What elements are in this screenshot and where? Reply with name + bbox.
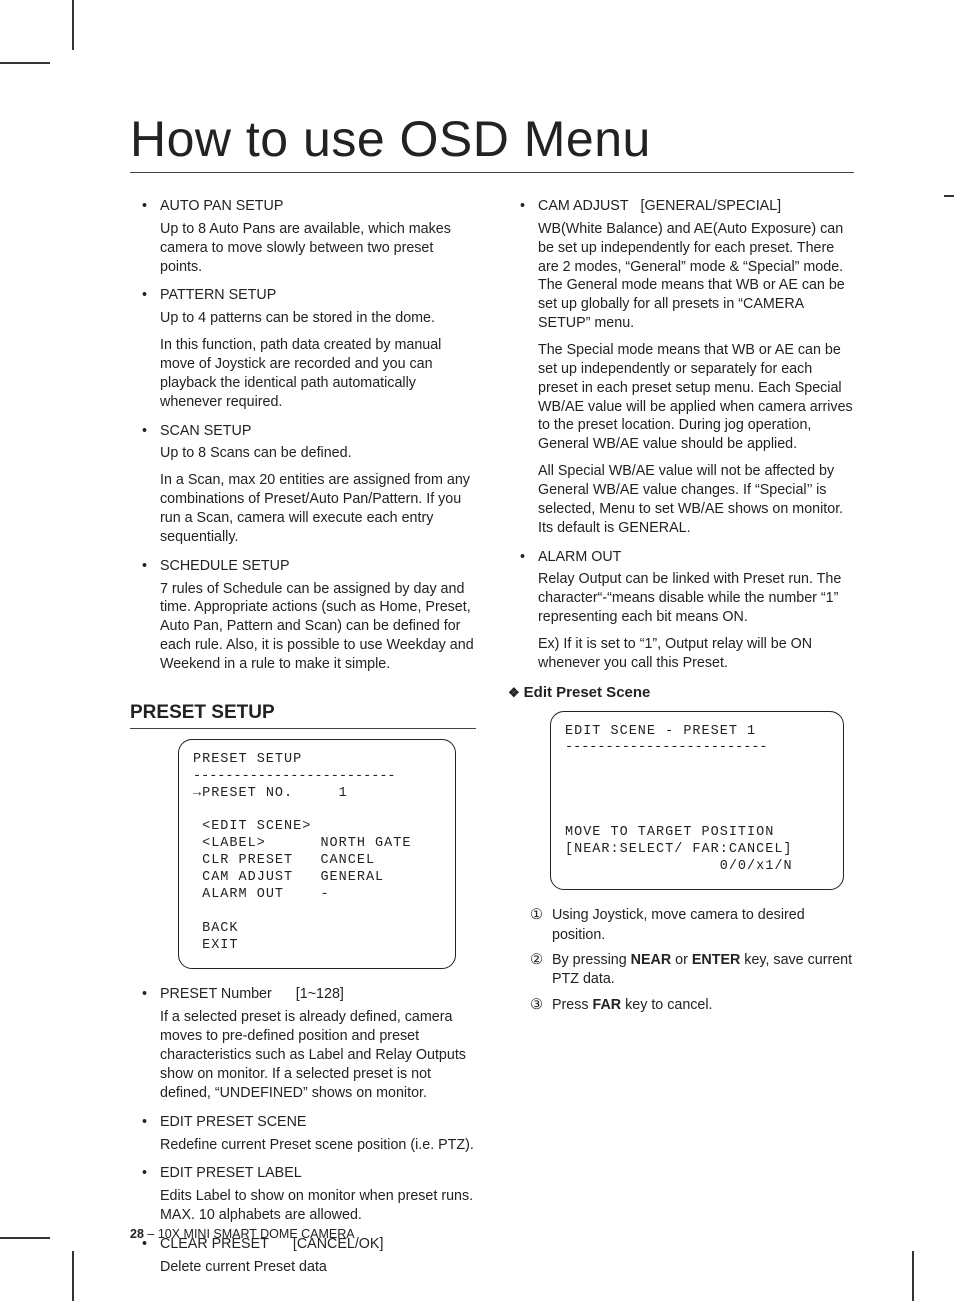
osd-edit-scene: EDIT SCENE - PRESET 1 ------------------… <box>550 711 844 891</box>
circled-2-icon: ② <box>530 951 543 970</box>
circled-1-icon: ① <box>530 906 543 925</box>
item-cam-adjust: CAM ADJUST [GENERAL/SPECIAL] WB(White Ba… <box>508 197 854 538</box>
footer-title: 10X MINI SMART DOME CAMERA <box>158 1227 355 1241</box>
crop-mark <box>72 0 74 50</box>
left-column: AUTO PAN SETUP Up to 8 Auto Pans are ava… <box>130 197 476 1287</box>
step-1: ①Using Joystick, move camera to desired … <box>530 906 854 945</box>
crop-mark <box>0 62 50 64</box>
item-edit-scene: EDIT PRESET SCENE Redefine current Prese… <box>130 1113 476 1155</box>
step-3: ③Press FAR key to cancel. <box>530 996 854 1015</box>
item-alarm-out: ALARM OUT Relay Output can be linked wit… <box>508 548 854 673</box>
crop-mark <box>944 195 954 197</box>
steps-list: ①Using Joystick, move camera to desired … <box>508 906 854 1014</box>
page-title: How to use OSD Menu <box>130 110 854 173</box>
osd-preset-setup: PRESET SETUP ------------------------- →… <box>178 739 456 970</box>
crop-mark <box>912 1251 914 1301</box>
preset-setup-heading: PRESET SETUP <box>130 700 476 729</box>
footer: 28 – 10X MINI SMART DOME CAMERA <box>130 1227 355 1241</box>
edit-preset-scene-heading: ❖Edit Preset Scene <box>508 683 854 703</box>
item-schedule: SCHEDULE SETUP 7 rules of Schedule can b… <box>130 557 476 674</box>
item-scan: SCAN SETUP Up to 8 Scans can be defined.… <box>130 422 476 547</box>
item-edit-label: EDIT PRESET LABEL Edits Label to show on… <box>130 1164 476 1225</box>
step-2: ②By pressing NEAR or ENTER key, save cur… <box>530 951 854 990</box>
diamond-icon: ❖ <box>508 685 520 700</box>
right-column: CAM ADJUST [GENERAL/SPECIAL] WB(White Ba… <box>508 197 854 1287</box>
item-auto-pan: AUTO PAN SETUP Up to 8 Auto Pans are ava… <box>130 197 476 276</box>
item-clear-preset: CLEAR PRESET[CANCEL/OK] Delete current P… <box>130 1235 476 1277</box>
circled-3-icon: ③ <box>530 996 543 1015</box>
item-pattern: PATTERN SETUP Up to 4 patterns can be st… <box>130 286 476 411</box>
page-number: 28 <box>130 1227 144 1241</box>
item-preset-number: PRESET Number[1~128] If a selected prese… <box>130 985 476 1102</box>
crop-mark <box>72 1251 74 1301</box>
crop-mark <box>0 1237 50 1239</box>
